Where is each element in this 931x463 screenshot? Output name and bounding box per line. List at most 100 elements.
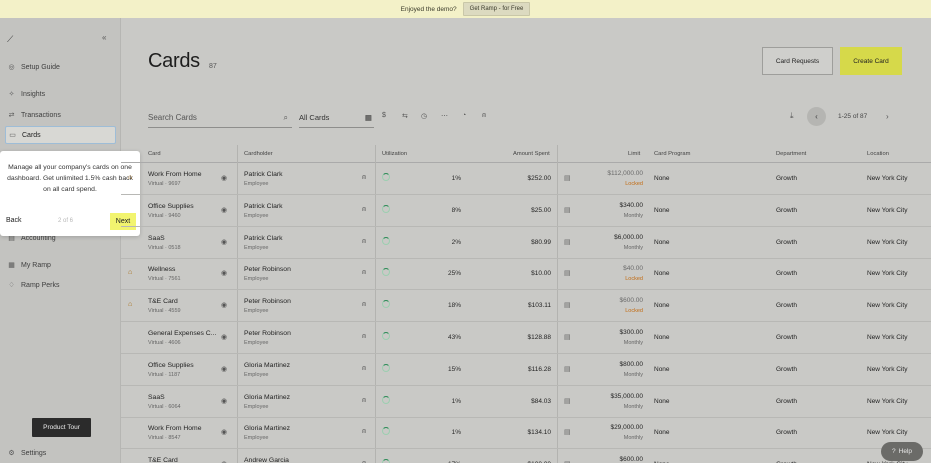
- eye-icon[interactable]: ◉: [221, 238, 227, 246]
- search-input[interactable]: Search Cards ⌕: [148, 108, 292, 128]
- limit-period: Locked: [625, 308, 643, 315]
- cardholder-name: Gloria Martinez: [244, 361, 291, 369]
- card-name[interactable]: T&E Card: [148, 457, 178, 463]
- create-card-button[interactable]: Create Card: [840, 47, 902, 75]
- col-amount-spent[interactable]: Amount Spent: [513, 151, 550, 157]
- department: Growth: [776, 238, 797, 246]
- table-row[interactable]: ⌂ T&E Card Virtual · 4559 ◉ Peter Robinson Em…: [121, 290, 931, 323]
- download-icon[interactable]: ⤓: [790, 111, 794, 121]
- eye-icon[interactable]: ◉: [221, 269, 227, 277]
- eye-icon[interactable]: ◉: [221, 365, 227, 373]
- eye-icon[interactable]: ◉: [221, 206, 227, 214]
- edit-limit-icon[interactable]: ▤: [564, 333, 571, 341]
- eye-icon[interactable]: ◉: [221, 428, 227, 436]
- transfer-filter-icon[interactable]: ⇆: [402, 112, 408, 120]
- card-name[interactable]: Work From Home: [148, 171, 202, 178]
- user-filter-icon[interactable]: ⍝: [482, 112, 486, 120]
- col-location[interactable]: Location: [867, 151, 889, 157]
- table-row[interactable]: ⌂ Wellness Virtual · 7561 ◉ Peter Robinson Em…: [121, 258, 931, 291]
- more-filter-icon[interactable]: ⋯: [441, 112, 448, 120]
- get-ramp-button[interactable]: Get Ramp - for Free: [462, 2, 531, 16]
- card-name[interactable]: Work From Home: [148, 425, 202, 432]
- limit-period: Monthly: [623, 244, 643, 251]
- edit-limit-icon[interactable]: ▤: [564, 428, 571, 436]
- utilization-ring-icon: [382, 268, 390, 277]
- table-row[interactable]: Office Supplies Virtual · 9460 ◉ Patrick Cl…: [121, 195, 931, 227]
- card-number: Virtual · 4606: [148, 340, 181, 346]
- user-icon[interactable]: ⍝: [362, 333, 366, 341]
- amount-spent: $80.99: [531, 238, 551, 246]
- next-page-button[interactable]: ›: [886, 112, 889, 121]
- eye-icon[interactable]: ◉: [221, 333, 227, 341]
- eye-icon[interactable]: ◉: [221, 397, 227, 405]
- user-icon[interactable]: ⍝: [362, 269, 366, 277]
- user-icon[interactable]: ⍝: [362, 428, 366, 436]
- card-requests-button[interactable]: Card Requests: [762, 47, 833, 75]
- collapse-sidebar-icon[interactable]: «: [102, 33, 106, 42]
- previous-page-button[interactable]: ‹: [807, 107, 826, 126]
- table-row[interactable]: General Expenses C... Virtual · 4606 ◉ Pete…: [121, 322, 931, 354]
- user-icon[interactable]: ⍝: [362, 238, 366, 246]
- user-icon[interactable]: ⍝: [362, 206, 366, 214]
- card-number: Virtual · 8547: [148, 435, 181, 442]
- sidebar-item-cards[interactable]: ▭ Cards: [5, 126, 116, 144]
- product-tour-button[interactable]: Product Tour: [32, 418, 91, 437]
- edit-limit-icon[interactable]: ▤: [564, 397, 571, 405]
- col-utilization[interactable]: Utilization: [382, 151, 407, 157]
- col-card[interactable]: Card: [148, 151, 161, 157]
- card-limit: $800.00: [619, 360, 644, 368]
- edit-limit-icon[interactable]: ▤: [564, 238, 571, 246]
- eye-icon[interactable]: ◉: [221, 301, 227, 309]
- cardholder-role: Employee: [244, 276, 269, 283]
- department: Growth: [776, 334, 797, 341]
- eye-icon[interactable]: ◉: [221, 174, 227, 182]
- edit-limit-icon[interactable]: ▤: [564, 301, 571, 309]
- sidebar-item-settings[interactable]: ⚙ Settings: [5, 444, 116, 462]
- card-name[interactable]: Office Supplies: [148, 203, 194, 210]
- chart-filter-icon[interactable]: ◔: [462, 112, 466, 119]
- user-icon[interactable]: ⍝: [362, 301, 366, 309]
- cardholder-role: Employee: [244, 244, 269, 251]
- utilization-ring-icon: [382, 236, 390, 245]
- card-name[interactable]: General Expenses C...: [148, 330, 216, 337]
- cardholder-role: Employee: [244, 340, 269, 346]
- table-row[interactable]: Office Supplies Virtual · 1187 ◉ Gloria Mar…: [121, 354, 931, 386]
- limit-period: Monthly: [623, 435, 643, 442]
- user-icon[interactable]: ⍝: [362, 397, 366, 405]
- sidebar-item-insights[interactable]: ✧ Insights: [5, 85, 116, 103]
- table-row[interactable]: ⌂ Work From Home Virtual · 9697 ◉ Patrick Cl…: [121, 163, 931, 195]
- limit-period: Locked: [625, 276, 643, 283]
- card-name[interactable]: SaaS: [148, 235, 165, 242]
- user-icon[interactable]: ⍝: [362, 174, 366, 182]
- card-filter-dropdown[interactable]: All Cards ▦: [299, 108, 374, 128]
- sidebar-item-transactions[interactable]: ⇄ Transactions: [5, 106, 116, 124]
- table-row[interactable]: Work From Home Virtual · 8547 ◉ Gloria Mart…: [121, 417, 931, 450]
- sidebar-item-my-ramp[interactable]: ▦ My Ramp: [5, 256, 116, 274]
- tour-back-button[interactable]: Back: [6, 217, 22, 224]
- dollar-filter-icon[interactable]: $: [382, 112, 386, 119]
- col-department[interactable]: Department: [776, 151, 806, 157]
- sidebar-item-setup-guide[interactable]: ◎ Setup Guide: [5, 58, 116, 76]
- cardholder-name: Gloria Martinez: [244, 393, 291, 401]
- col-card-program[interactable]: Card Program: [654, 151, 690, 157]
- card-limit: $300.00: [619, 329, 644, 336]
- table-row[interactable]: SaaS Virtual · 0518 ◉ Patrick Clark Employee…: [121, 227, 931, 259]
- card-name[interactable]: Wellness: [148, 266, 175, 273]
- table-row[interactable]: T&E Card◉Andrew Garcia⍝17%$100.00▤$600.0…: [121, 449, 931, 463]
- edit-limit-icon[interactable]: ▤: [564, 206, 571, 214]
- clock-filter-icon[interactable]: ◷: [421, 112, 427, 120]
- card-name[interactable]: T&E Card: [148, 298, 178, 305]
- edit-limit-icon[interactable]: ▤: [564, 365, 571, 373]
- user-icon[interactable]: ⍝: [362, 365, 366, 373]
- col-cardholder[interactable]: Cardholder: [244, 151, 273, 157]
- edit-limit-icon[interactable]: ▤: [564, 269, 571, 277]
- edit-limit-icon[interactable]: ▤: [564, 174, 571, 182]
- help-button[interactable]: ? Help: [881, 442, 923, 461]
- sidebar-item-ramp-perks[interactable]: ♢ Ramp Perks: [5, 276, 116, 294]
- card-name[interactable]: Office Supplies: [148, 362, 194, 369]
- col-limit[interactable]: Limit: [628, 151, 640, 157]
- sidebar-item-label: Settings: [21, 449, 47, 457]
- card-name[interactable]: SaaS: [148, 394, 165, 401]
- table-row[interactable]: SaaS Virtual · 6064 ◉ Gloria Martinez Employ…: [121, 386, 931, 418]
- ramp-logo-icon[interactable]: ⟋: [7, 34, 13, 45]
